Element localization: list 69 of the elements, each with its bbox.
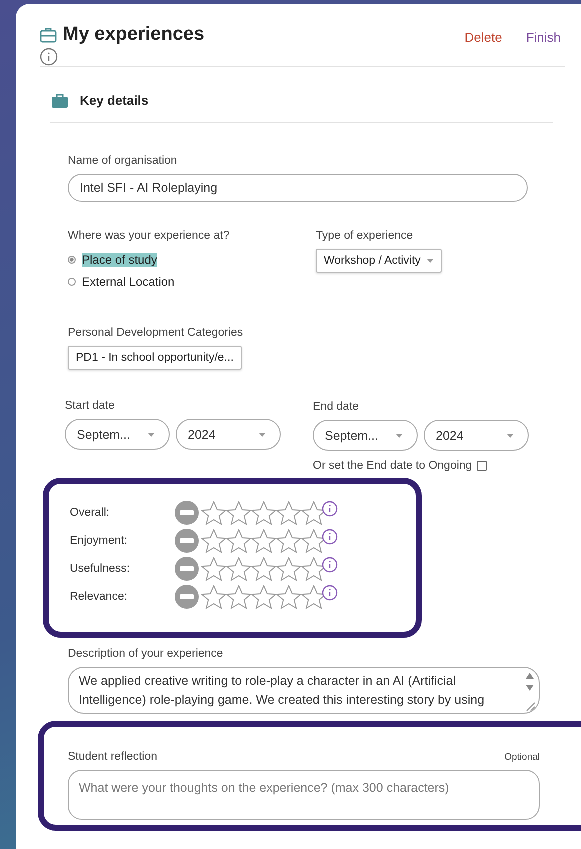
star-icon[interactable] <box>226 584 252 610</box>
page-title: My experiences <box>63 24 205 46</box>
caret-icon <box>507 434 514 438</box>
star-icon[interactable] <box>251 556 277 582</box>
briefcase-icon <box>52 94 68 108</box>
star-icon[interactable] <box>226 528 252 554</box>
ongoing-checkbox[interactable] <box>477 461 488 471</box>
field-label: Where was your experience at? <box>68 230 231 242</box>
star-rating[interactable] <box>201 584 326 610</box>
clear-rating-icon[interactable] <box>175 529 199 553</box>
radio-icon[interactable] <box>68 278 76 286</box>
briefcase-icon <box>40 27 57 43</box>
description-field[interactable]: We applied creative writing to role-play a character in an AI (Artificial Intelligence) role-playing game. We created this interesting story by using <box>68 667 540 714</box>
delete-link[interactable]: Delete <box>464 30 502 45</box>
star-icon[interactable] <box>201 556 227 582</box>
caret-icon <box>426 259 434 263</box>
star-icon[interactable] <box>226 500 252 526</box>
star-icon[interactable] <box>251 500 277 526</box>
star-icon[interactable] <box>201 500 227 526</box>
info-icon[interactable] <box>322 557 338 573</box>
description-text: We applied creative writing to role-play a character in an AI (Artificial Intelligence) role-playing game. We created this interesting story by using <box>79 673 486 709</box>
field-label: Start date <box>65 400 116 412</box>
star-rating[interactable] <box>201 528 326 554</box>
clear-rating-icon[interactable] <box>175 501 199 525</box>
organisation-field[interactable]: Intel SFI - AI Roleplaying <box>68 174 528 202</box>
ongoing-label: Or set the End date to Ongoing <box>313 460 472 472</box>
field-label: End date <box>313 401 360 413</box>
star-rating[interactable] <box>201 556 326 582</box>
info-icon[interactable] <box>322 501 338 517</box>
radio-option[interactable]: External Location <box>68 271 316 293</box>
field-label: Personal Development Categories <box>68 327 244 339</box>
field-label: Description of your experience <box>68 648 224 660</box>
star-icon[interactable] <box>201 584 227 610</box>
reflection-field[interactable]: What were your thoughts on the experience? (max 300 characters) <box>68 770 540 820</box>
scrollbar-icon[interactable] <box>525 671 535 711</box>
category-button[interactable]: PD1 - In school opportunity/e... <box>68 346 242 370</box>
star-icon[interactable] <box>276 584 302 610</box>
star-icon[interactable] <box>201 528 227 554</box>
year-select[interactable]: 2024 <box>176 419 281 450</box>
info-icon[interactable] <box>322 585 338 601</box>
field-label: Type of experience <box>316 230 414 242</box>
info-icon[interactable] <box>40 48 58 66</box>
star-icon[interactable] <box>276 556 302 582</box>
star-icon[interactable] <box>276 528 302 554</box>
star-icon[interactable] <box>251 528 277 554</box>
star-rating[interactable] <box>201 500 326 526</box>
star-icon[interactable] <box>251 584 277 610</box>
caret-icon <box>148 432 155 436</box>
rating-label: Overall: <box>70 507 111 519</box>
rating-label: Usefulness: <box>70 563 132 575</box>
clear-rating-icon[interactable] <box>175 585 199 609</box>
caret-icon <box>259 432 266 436</box>
radio-icon[interactable] <box>68 256 76 264</box>
field-label: Name of organisation <box>68 155 178 167</box>
finish-link[interactable]: Finish <box>526 30 561 45</box>
star-icon[interactable] <box>226 556 252 582</box>
clear-rating-icon[interactable] <box>175 557 199 581</box>
month-select[interactable]: Septem... <box>313 420 418 451</box>
info-icon[interactable] <box>322 529 338 545</box>
section-title: Key details <box>80 93 149 108</box>
rating-label: Relevance: <box>70 591 129 603</box>
star-icon[interactable] <box>276 500 302 526</box>
caret-icon <box>396 434 403 438</box>
year-select[interactable]: 2024 <box>424 420 529 451</box>
optional-note: Optional <box>504 752 540 763</box>
month-select[interactable]: Septem... <box>65 419 170 450</box>
field-label: Student reflection <box>68 751 158 763</box>
rating-label: Enjoyment: <box>70 535 129 547</box>
type-select[interactable]: Workshop / Activity <box>316 249 442 273</box>
